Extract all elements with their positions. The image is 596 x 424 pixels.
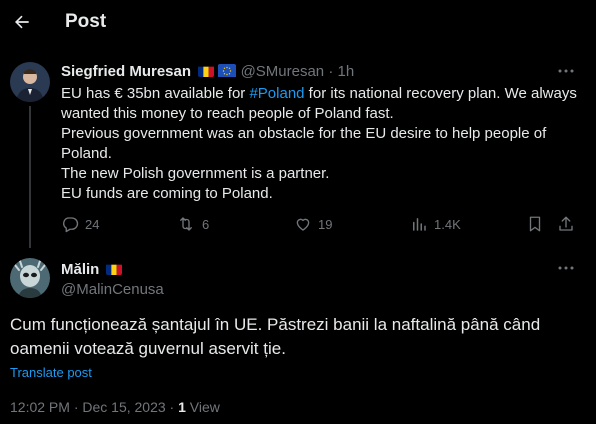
reply-author-handle[interactable]: @MalinCenusa [61, 281, 164, 298]
top-bar: Post [0, 0, 596, 46]
reply-avatar[interactable] [10, 258, 50, 298]
romania-flag-icon [198, 65, 215, 77]
avatar[interactable] [10, 62, 50, 102]
separator-dot: · [328, 63, 334, 80]
bookmark-button[interactable] [526, 215, 544, 233]
reply-count: 24 [85, 216, 100, 232]
post-metadata: 12:02 PM · Dec 15, 2023 · 1 View [10, 399, 220, 415]
author-handle[interactable]: @SMuresan [241, 63, 325, 80]
tweet-paragraph: Previous government was an obstacle for … [61, 125, 547, 162]
reply-icon [63, 217, 79, 233]
back-arrow-icon [15, 15, 29, 29]
share-button[interactable] [557, 215, 575, 233]
view-count: 1 [178, 399, 186, 415]
repost-button[interactable]: 6 [176, 215, 209, 233]
tweet-text: EU has € 35bn available for #Poland for … [61, 84, 581, 204]
translate-post-link[interactable]: Translate post [10, 365, 92, 380]
reply-more-options-button[interactable] [557, 260, 577, 276]
tweet-actions: 24 6 19 1.4K [61, 215, 581, 237]
repost-icon [180, 217, 192, 231]
tweet-paragraph: EU funds are coming to Poland. [61, 185, 273, 202]
views-button[interactable]: 1.4K [410, 215, 461, 233]
reply-button[interactable]: 24 [61, 215, 99, 233]
tweet-header: Siegfried Muresan @SMuresan · 1h [61, 63, 354, 80]
avatar-alien-icon [10, 258, 50, 298]
tweet-paragraph: The new Polish government is a partner. [61, 165, 330, 182]
views-icon [413, 218, 426, 231]
romania-flag-icon [105, 263, 122, 275]
page-title: Post [65, 11, 107, 32]
reply-text: Cum funcționează șantajul în UE. Păstrez… [10, 315, 541, 358]
like-button[interactable]: 19 [294, 215, 332, 233]
more-options-button[interactable] [557, 63, 577, 79]
author-name[interactable]: Siegfried Muresan [61, 63, 191, 80]
view-label: View [189, 399, 220, 415]
tweet-text-part: EU has € 35bn available for [61, 85, 250, 102]
back-button[interactable] [8, 8, 36, 36]
reply-author: Mălin [61, 261, 122, 278]
like-icon [296, 218, 310, 231]
share-icon [559, 216, 573, 231]
hashtag-link[interactable]: #Poland [249, 85, 304, 102]
views-count: 1.4K [434, 216, 461, 232]
post-timestamp[interactable]: 12:02 PM · Dec 15, 2023 [10, 399, 166, 415]
separator-dot: · [169, 399, 175, 415]
repost-count: 6 [202, 216, 210, 232]
reply-author-name[interactable]: Mălin [61, 261, 99, 278]
thread-line [29, 106, 31, 248]
eu-flag-icon [218, 64, 237, 77]
tweet-time[interactable]: 1h [338, 63, 355, 80]
like-count: 19 [318, 216, 333, 232]
more-icon [558, 69, 574, 73]
more-icon [558, 266, 574, 270]
avatar-portrait-icon [10, 62, 50, 102]
bookmark-icon [529, 216, 541, 232]
